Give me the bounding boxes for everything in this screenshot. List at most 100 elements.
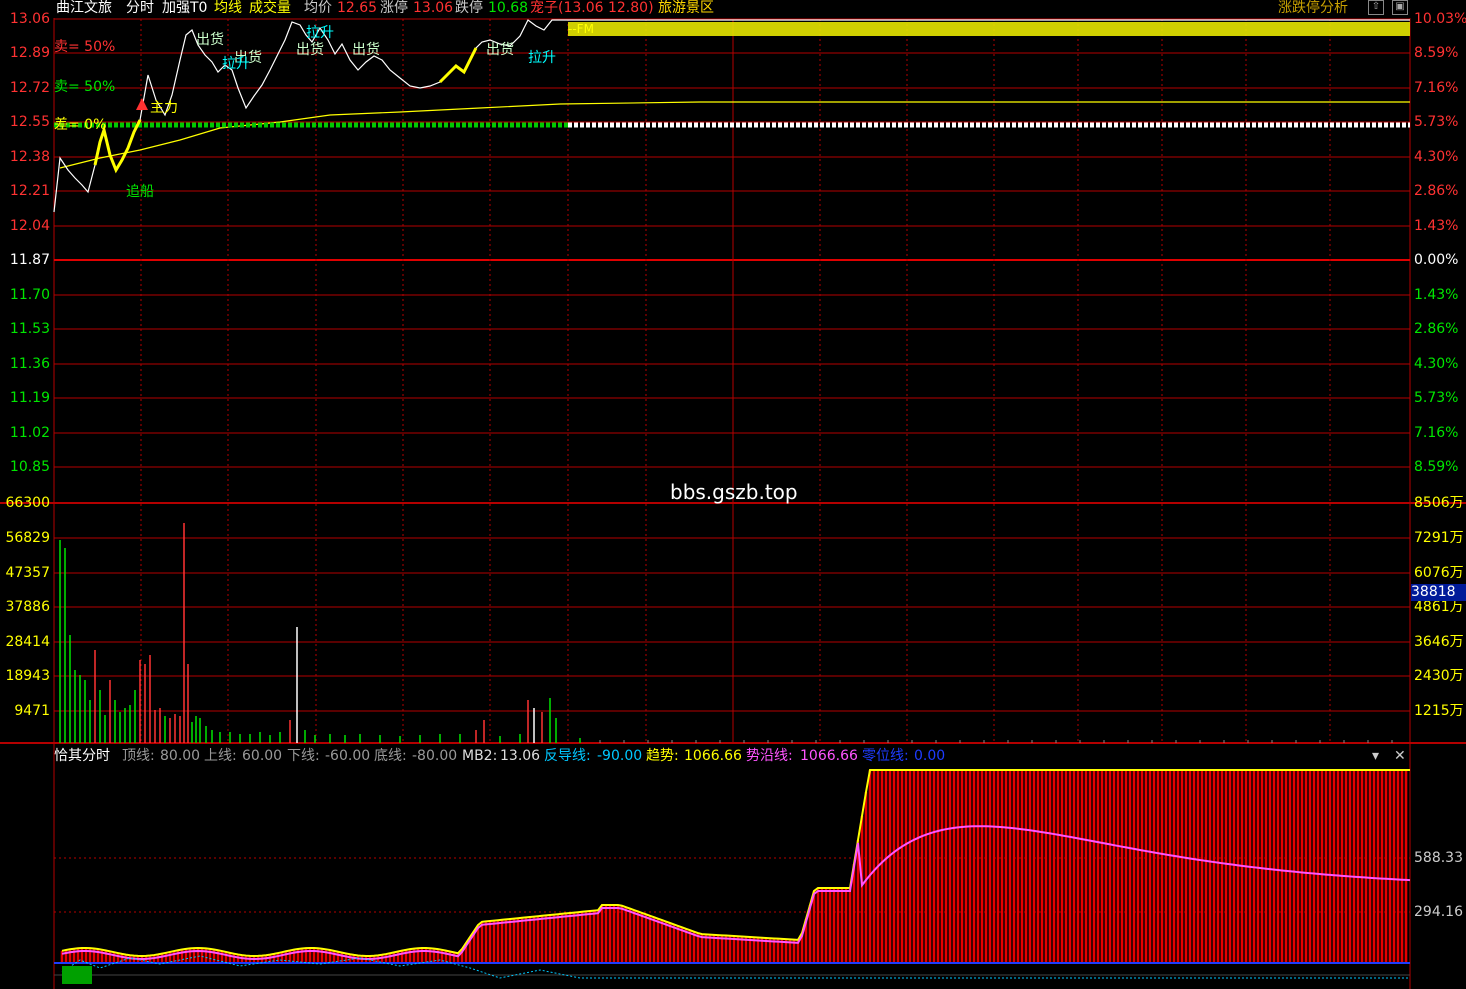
indicator-name[interactable]: 恰其分时 (54, 746, 110, 766)
upper-line-label: 上线: (204, 748, 237, 764)
favorite-label: 宠子(13.06 12.80) (530, 0, 654, 16)
bottom-line-label: 底线: (374, 748, 407, 764)
axis-tick-label: 12.55 (9, 114, 50, 130)
axis-tick-label: 66300 (5, 495, 50, 511)
zero-line-label: 零位线: (862, 748, 909, 764)
expand-icon[interactable]: ⇧ (1368, 0, 1384, 15)
avg-price-line (59, 101, 1410, 169)
lower-line-label: 下线: (287, 748, 320, 764)
dropdown-icon[interactable]: ▾ (1372, 746, 1379, 766)
axis-tick-label: 1.43% (1414, 287, 1459, 303)
ship-out-label-5: 出货 (486, 42, 514, 58)
mb2-label: MB2: (462, 748, 498, 764)
avg-price-label: 均价 (304, 0, 332, 16)
trend-edge-label: 势沿线: (746, 748, 793, 764)
axis-tick-label: 1.43% (1414, 218, 1459, 234)
zero-line-value: 0.00 (914, 748, 946, 764)
ship-out-label-1: 出货 (196, 32, 224, 48)
axis-tick-label: 7.16% (1414, 425, 1459, 441)
mb2-value: 13.06 (500, 748, 541, 764)
indicator-green-block (62, 966, 92, 984)
mode-label[interactable]: 分时 (126, 0, 154, 16)
trend-edge-line (61, 825, 1411, 960)
pull-label-1: 拉升 (222, 56, 250, 72)
axis-tick-label: 4.30% (1414, 149, 1459, 165)
axis-tick-label: 10.85 (9, 459, 50, 475)
axis-tick-label: 8506万 (1414, 495, 1464, 511)
pull-label-3: 拉升 (528, 50, 556, 66)
axis-tick-label: 4.30% (1414, 356, 1459, 372)
sector-label[interactable]: 旅游景区 (658, 0, 714, 16)
chase-label: 追船 (126, 184, 154, 200)
trend-label: 趋势: (646, 748, 679, 764)
avg-line-label: 均线 (214, 0, 242, 16)
limit-up-value: 13.06 (413, 0, 454, 16)
axis-tick-label: 12.21 (9, 183, 50, 199)
volume-label: 成交量 (249, 0, 291, 16)
axis-tick-label: 11.53 (9, 321, 50, 337)
axis-tick-label: 56829 (5, 530, 50, 546)
axis-tick-label: 11.70 (9, 287, 50, 303)
axis-tick-label: 12.04 (9, 218, 50, 234)
axis-tick-label: 10.03% (1414, 11, 1466, 27)
reverse-line-label: 反导线: (544, 748, 591, 764)
indicator-header: 恰其分时 顶线: 80.00 上线: 60.00 下线: -60.00 底线: … (0, 746, 1466, 766)
limit-up-label: 涨停 (380, 0, 408, 16)
pull-label-2: 拉升 (306, 25, 334, 41)
trend-line (61, 769, 1410, 957)
axis-tick-label: 2.86% (1414, 183, 1459, 199)
axis-tick-label: 11.36 (9, 356, 50, 372)
enhance-label[interactable]: 加强T0 (162, 0, 207, 16)
volume-current-badge: 38818 (1411, 584, 1466, 601)
main-force-label: 主力 (150, 100, 178, 116)
trend-value: 1066.66 (684, 748, 742, 764)
indicator-axis-1: 588.33 (1414, 850, 1463, 866)
axis-tick-label: 12.72 (9, 80, 50, 96)
ship-out-label-4: 出货 (352, 42, 380, 58)
axis-tick-label: 37886 (5, 599, 50, 615)
trend-edge-value: 1066.66 (800, 748, 858, 764)
axis-tick-label: 9471 (14, 703, 50, 719)
axis-tick-label: 0.00% (1414, 252, 1459, 268)
axis-tick-label: 1215万 (1414, 703, 1464, 719)
close-icon[interactable]: ✕ (1394, 746, 1406, 766)
axis-tick-label: 5.73% (1414, 114, 1459, 130)
chart-header: 曲江文旅 分时 加强T0 均线 成交量 均价 12.65 涨停 13.06 跌停… (0, 0, 1466, 18)
price-line (53, 19, 1410, 213)
stock-name[interactable]: 曲江文旅 (56, 0, 112, 16)
axis-tick-label: 11.02 (9, 425, 50, 441)
limit-down-label: 跌停 (455, 0, 483, 16)
upper-line-value: 60.00 (242, 748, 283, 764)
axis-tick-label: 3646万 (1414, 634, 1464, 650)
window-icon[interactable]: ▣ (1392, 0, 1408, 15)
bottom-line-value: -80.00 (412, 748, 458, 764)
avg-price-value: 12.65 (337, 0, 378, 16)
axis-tick-label: 6076万 (1414, 565, 1464, 581)
top-line-value: 80.00 (160, 748, 201, 764)
axis-tick-label: 2430万 (1414, 668, 1464, 684)
axis-tick-label: 18943 (5, 668, 50, 684)
axis-tick-label: 5.73% (1414, 390, 1459, 406)
main-force-marker (136, 98, 148, 110)
axis-tick-label: 12.38 (9, 149, 50, 165)
sell-label-1: 卖= 50% (54, 39, 116, 55)
limit-up-band (568, 22, 1410, 36)
ship-out-label-3: 出货 (296, 42, 324, 58)
axis-tick-label: 12.89 (9, 45, 50, 61)
axis-tick-label: 7.16% (1414, 80, 1459, 96)
indicator-axis-2: 294.16 (1414, 904, 1463, 920)
axis-tick-label: 11.87 (9, 252, 50, 268)
center-watermark: bbs.gszb.top (670, 480, 798, 504)
limit-analysis-title[interactable]: 涨跌停分析 (1278, 0, 1348, 16)
limit-tag: --FM (568, 22, 594, 36)
axis-tick-label: 7291万 (1414, 530, 1464, 546)
lower-line-value: -60.00 (325, 748, 371, 764)
sell-label-2: 卖= 50% (54, 79, 116, 95)
axis-tick-label: 2.86% (1414, 321, 1459, 337)
axis-tick-label: 8.59% (1414, 45, 1459, 61)
axis-tick-label: 13.06 (9, 11, 50, 27)
axis-tick-label: 4861万 (1414, 599, 1464, 615)
axis-tick-label: 11.19 (9, 390, 50, 406)
axis-tick-label: 28414 (5, 634, 50, 650)
top-line-label: 顶线: (122, 748, 155, 764)
